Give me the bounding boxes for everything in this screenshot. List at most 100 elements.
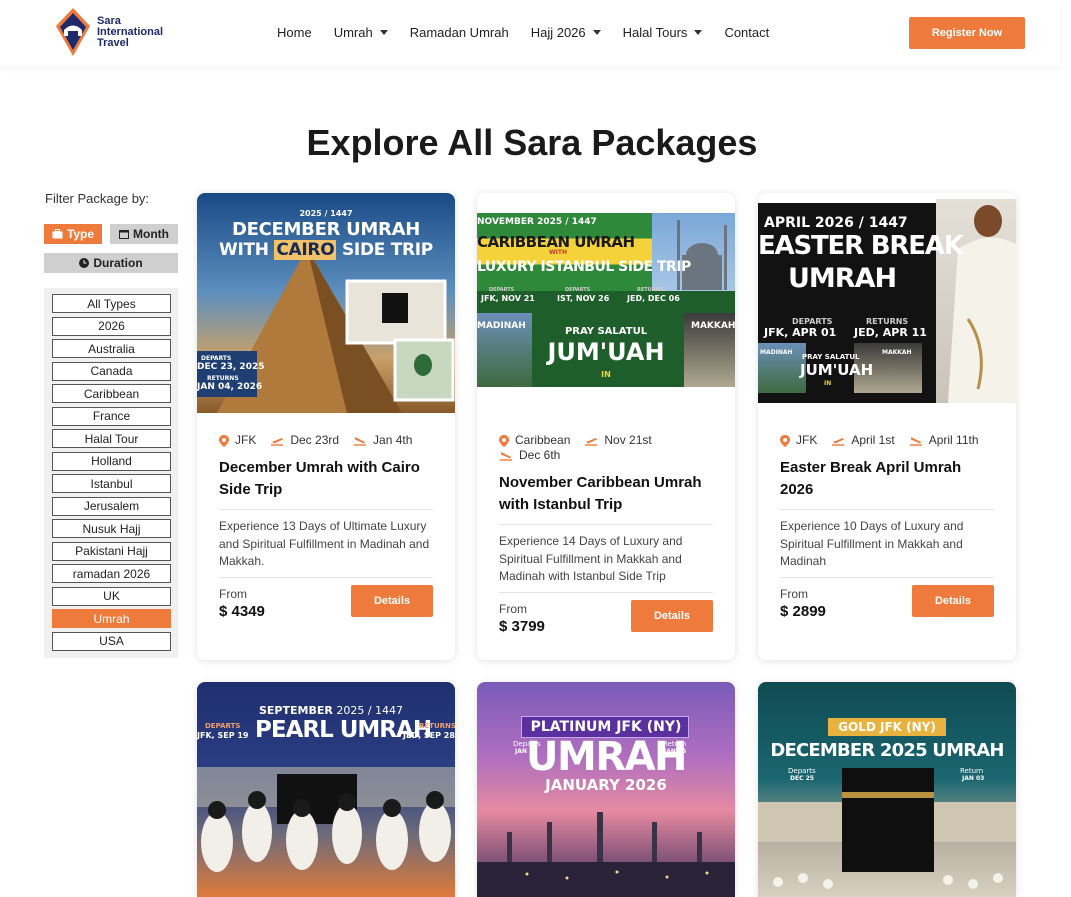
type-option-usa[interactable]: USA: [52, 631, 171, 651]
location-pin-icon: [219, 434, 229, 447]
package-meta: JFK April 1st April 11th: [780, 433, 994, 448]
type-option-all[interactable]: All Types: [52, 294, 171, 313]
dates-badge: DEPARTS DEC 23, 2025 RETURNS JAN 04, 202…: [197, 351, 264, 397]
type-option-france[interactable]: France: [52, 406, 171, 426]
price-from-label: From: [499, 601, 527, 616]
price-row: From $ 2899 Details: [780, 576, 994, 623]
type-option-pakistani-hajj[interactable]: Pakistani Hajj: [52, 541, 171, 561]
chevron-down-icon: [379, 30, 388, 35]
filter-tab-duration[interactable]: Duration: [44, 253, 178, 273]
image-top-label: SEPTEMBER 2025 / 1447: [259, 704, 404, 717]
package-image[interactable]: NOVEMBER 2025 / 1447 CARIBBEAN UMRAH WIT…: [477, 193, 735, 413]
plane-arrival-icon: [500, 451, 512, 461]
package-image[interactable]: GOLD JFK (NY) DECEMBER 2025 UMRAH Depart…: [758, 682, 1016, 897]
package-description: Experience 13 Days of Ultimate Luxury an…: [219, 519, 430, 568]
plane-departure-icon: [271, 437, 284, 446]
kaaba-illustration: [758, 768, 1016, 889]
package-title[interactable]: November Caribbean Umrah with Istanbul T…: [499, 472, 713, 516]
package-card: NOVEMBER 2025 / 1447 CARIBBEAN UMRAH WIT…: [477, 193, 735, 660]
type-option-uk[interactable]: UK: [52, 586, 171, 606]
price-row: From $ 3799 Details: [499, 591, 713, 638]
type-option-nusuk-hajj[interactable]: Nusuk Hajj: [52, 519, 171, 538]
type-option-holland[interactable]: Holland: [52, 451, 171, 471]
calendar-icon: [119, 230, 129, 239]
clock-icon: [79, 258, 90, 268]
details-button[interactable]: Details: [351, 584, 433, 617]
price-row: From $ 4349 Details: [219, 576, 433, 623]
package-image[interactable]: SEPTEMBER 2025 / 1447 PEARL UMRAH DEPART…: [197, 682, 455, 897]
type-option-2026[interactable]: 2026: [52, 316, 171, 336]
package-description: Experience 10 Days of Luxury and Spiritu…: [780, 519, 964, 568]
image-with-label: WITH: [547, 249, 569, 256]
plane-arrival-icon: [909, 436, 922, 446]
package-card: GOLD JFK (NY) DECEMBER 2025 UMRAH Depart…: [758, 682, 1016, 897]
price-from-label: From: [219, 586, 247, 601]
nav-contact[interactable]: Contact: [724, 25, 769, 40]
nav-home[interactable]: Home: [277, 25, 312, 40]
package-card: PLATINUM JFK (NY) UMRAH JANUARY 2026 Dep…: [477, 682, 735, 897]
image-top-label: 2025 / 1447: [299, 209, 353, 218]
register-now-button[interactable]: Register Now: [909, 17, 1025, 49]
image-badge-label: PLATINUM JFK (NY): [530, 719, 682, 735]
image-headline: EASTER BREAK: [758, 231, 964, 261]
type-option-halal-tour[interactable]: Halal Tour: [52, 429, 171, 448]
package-title[interactable]: December Umrah with Cairo Side Trip: [219, 457, 433, 501]
plane-departure-icon: [832, 437, 845, 446]
divider: [780, 576, 994, 578]
image-subheadline: JANUARY 2026: [545, 776, 667, 794]
nav-umrah[interactable]: Umrah: [334, 25, 388, 40]
filter-label: Filter Package by:: [45, 191, 150, 206]
image-subheadline: UMRAH: [788, 263, 897, 294]
image-badge-label: GOLD JFK (NY): [838, 720, 936, 734]
chevron-down-icon: [592, 30, 601, 35]
main-nav: Home Umrah Ramadan Umrah Hajj 2026 Halal…: [277, 25, 791, 40]
type-option-ramadan-2026[interactable]: ramadan 2026: [52, 564, 171, 583]
package-image[interactable]: PLATINUM JFK (NY) UMRAH JANUARY 2026 Dep…: [477, 682, 735, 897]
nav-halal-tours[interactable]: Halal Tours: [623, 25, 703, 40]
page-title: Explore All Sara Packages: [306, 122, 758, 163]
location-pin-icon: [780, 434, 790, 447]
price-from-label: From: [780, 586, 808, 601]
type-option-umrah[interactable]: Umrah: [52, 609, 171, 628]
details-button[interactable]: Details: [912, 584, 994, 617]
package-image[interactable]: APRIL 2026 / 1447 EASTER BREAK UMRAH DEP…: [758, 193, 1016, 413]
package-price: $ 2899: [780, 602, 826, 620]
briefcase-icon: [52, 229, 63, 239]
divider: [219, 509, 433, 510]
type-option-caribbean[interactable]: Caribbean: [52, 384, 171, 403]
type-option-istanbul[interactable]: Istanbul: [52, 474, 171, 493]
type-option-canada[interactable]: Canada: [52, 361, 171, 381]
divider: [499, 524, 713, 525]
nav-hajj-2026[interactable]: Hajj 2026: [531, 25, 601, 40]
divider: [780, 509, 994, 510]
details-button[interactable]: Details: [631, 599, 713, 632]
type-filter-list: All Types 2026 Australia Canada Caribbea…: [44, 288, 178, 658]
location-pin-icon: [499, 434, 509, 447]
nav-ramadan-umrah[interactable]: Ramadan Umrah: [410, 25, 509, 40]
image-headline: DECEMBER UMRAH: [232, 219, 420, 240]
type-option-jerusalem[interactable]: Jerusalem: [52, 496, 171, 516]
package-title[interactable]: Easter Break April Umrah 2026: [780, 457, 994, 501]
package-card: 2025 / 1447 DECEMBER UMRAH WITH CAIRO SI…: [197, 193, 455, 660]
filter-tab-type[interactable]: Type: [44, 224, 102, 244]
chevron-down-icon: [694, 30, 703, 35]
package-image[interactable]: 2025 / 1447 DECEMBER UMRAH WITH CAIRO SI…: [197, 193, 455, 413]
package-price: $ 3799: [499, 617, 545, 635]
type-option-australia[interactable]: Australia: [52, 339, 171, 358]
package-description: Experience 14 Days of Luxury and Spiritu…: [499, 534, 683, 583]
site-logo[interactable]: Sara International Travel: [53, 6, 173, 58]
package-price: $ 4349: [219, 602, 265, 620]
package-meta: Caribbean Nov 21st Dec 6th: [499, 433, 713, 463]
divider: [219, 576, 433, 578]
image-subheadline: WITH CAIRO SIDE TRIP: [219, 240, 433, 260]
plane-arrival-icon: [354, 436, 367, 446]
filter-tab-month[interactable]: Month: [110, 224, 178, 244]
plane-departure-icon: [585, 437, 598, 446]
pilgrim-illustration: [948, 205, 1016, 403]
image-headline: DECEMBER 2025 UMRAH: [770, 740, 1004, 761]
package-meta: JFK Dec 23rd Jan 4th: [219, 433, 433, 448]
package-card: SEPTEMBER 2025 / 1447 PEARL UMRAH DEPART…: [197, 682, 455, 897]
image-top-label: NOVEMBER 2025 / 1447: [477, 217, 597, 227]
package-card: APRIL 2026 / 1447 EASTER BREAK UMRAH DEP…: [758, 193, 1016, 660]
logo-wordmark: Sara International Travel: [97, 14, 164, 49]
